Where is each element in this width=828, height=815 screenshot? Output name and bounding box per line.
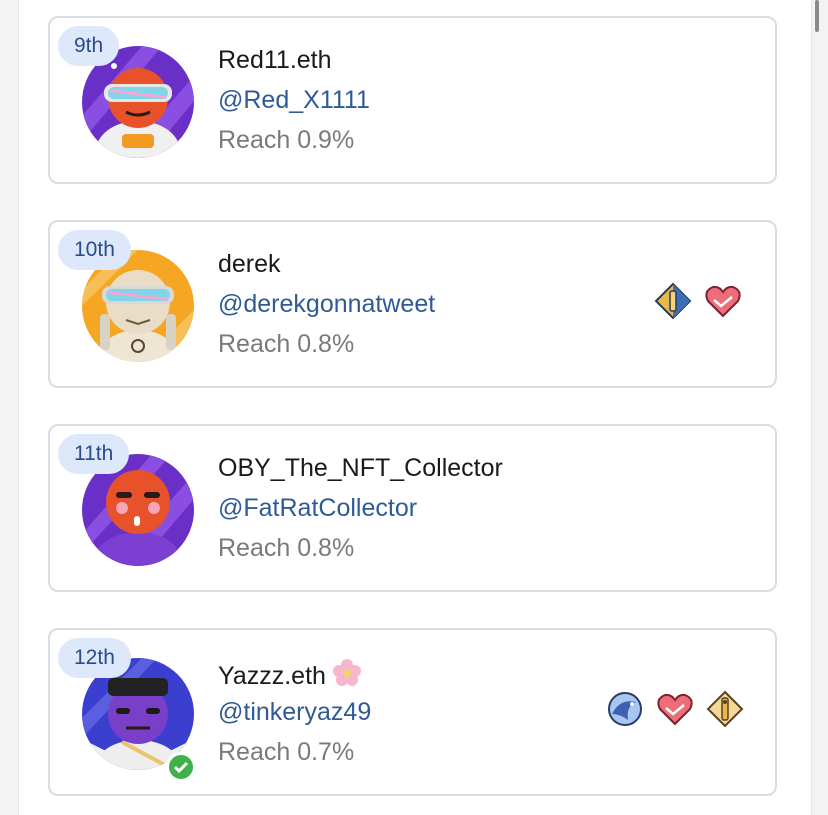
user-handle-link[interactable]: @FatRatCollector <box>218 494 417 523</box>
rank-badge: 9th <box>58 26 120 66</box>
user-handle-link[interactable]: @tinkeryaz49 <box>218 698 371 727</box>
leaderboard-card[interactable]: 9th Red11.eth @Red_X1111 Reach 0.9% <box>48 16 777 184</box>
display-name[interactable]: Red11.eth <box>218 46 332 75</box>
reach-stat: Reach 0.9% <box>218 126 355 154</box>
badge-list <box>606 690 744 728</box>
display-name[interactable]: Yazzz.eth <box>218 658 362 691</box>
verified-check-icon <box>166 752 196 782</box>
scrollbar-thumb[interactable] <box>815 0 819 32</box>
cherry-blossom-icon <box>332 659 361 686</box>
reach-stat: Reach 0.8% <box>218 534 355 562</box>
rank-badge: 10th <box>58 230 131 270</box>
badge-list <box>654 282 742 320</box>
key-badge-icon[interactable] <box>706 690 744 728</box>
leaderboard-card[interactable]: 10th derek @derekgonnatweet Reach 0.8% <box>48 220 777 388</box>
reach-stat: Reach 0.7% <box>218 738 355 766</box>
user-handle-link[interactable]: @Red_X1111 <box>218 86 370 115</box>
reach-stat: Reach 0.8% <box>218 330 355 358</box>
display-name-text: Yazzz.eth <box>218 662 326 690</box>
display-name[interactable]: derek <box>218 250 281 279</box>
rank-badge: 12th <box>58 638 131 678</box>
handshake-badge-icon[interactable] <box>656 690 694 728</box>
handshake-badge-icon[interactable] <box>704 282 742 320</box>
leaderboard-card[interactable]: 12th Yazzz.eth @tinkeryaz49 Reach 0.7% <box>48 628 777 796</box>
leaderboard-card[interactable]: 11th OBY_The_NFT_Collector @FatRatCollec… <box>48 424 777 592</box>
dolphin-badge-icon[interactable] <box>606 690 644 728</box>
user-handle-link[interactable]: @derekgonnatweet <box>218 290 435 319</box>
rank-badge: 11th <box>58 434 130 474</box>
key-badge-icon[interactable] <box>654 282 692 320</box>
display-name[interactable]: OBY_The_NFT_Collector <box>218 454 503 483</box>
